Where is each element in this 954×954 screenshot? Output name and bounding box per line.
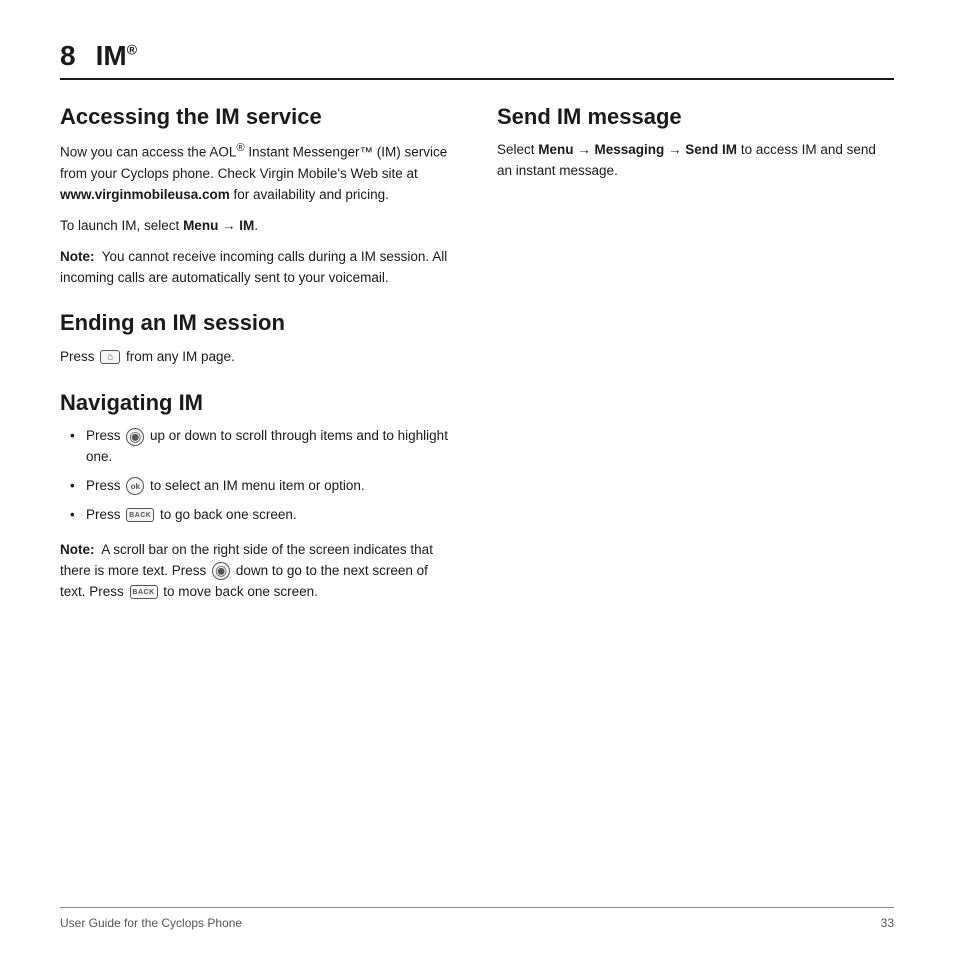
- back-button-icon-2: BACK: [130, 585, 158, 599]
- section-send-text: Select Menu → Messaging → Send IM to acc…: [497, 140, 894, 182]
- main-content: Accessing the IM service Now you can acc…: [60, 104, 894, 621]
- page-number: 33: [881, 916, 894, 930]
- navigating-bullet-list: Press up or down to scroll through items…: [60, 426, 457, 526]
- section-ending: Ending an IM session Press from any IM p…: [60, 310, 457, 367]
- section-ending-title: Ending an IM session: [60, 310, 457, 336]
- page-footer: User Guide for the Cyclops Phone 33: [60, 907, 894, 930]
- nav-circle-icon-2: [212, 562, 230, 580]
- left-column: Accessing the IM service Now you can acc…: [60, 104, 457, 621]
- section-accessing-title: Accessing the IM service: [60, 104, 457, 130]
- section-send-title: Send IM message: [497, 104, 894, 130]
- bullet-item-nav: Press up or down to scroll through items…: [70, 426, 457, 468]
- nav-circle-icon: [126, 428, 144, 446]
- section-navigating-note: Note: A scroll bar on the right side of …: [60, 540, 457, 603]
- footer-left-text: User Guide for the Cyclops Phone: [60, 916, 242, 930]
- section-ending-text: Press from any IM page.: [60, 347, 457, 368]
- end-call-icon: [100, 350, 120, 364]
- section-accessing-note: Note: You cannot receive incoming calls …: [60, 247, 457, 289]
- page-header: 8 IM®: [60, 40, 894, 80]
- menu-instruction: Menu → IM: [183, 218, 254, 233]
- trademark-sup: ®: [127, 42, 137, 58]
- page: 8 IM® Accessing the IM service Now you c…: [0, 0, 954, 954]
- section-navigating: Navigating IM Press up or down to scroll…: [60, 390, 457, 603]
- section-accessing-para1: Now you can access the AOL® Instant Mess…: [60, 140, 457, 205]
- right-column: Send IM message Select Menu → Messaging …: [497, 104, 894, 621]
- send-im-instruction: Menu → Messaging → Send IM: [538, 142, 737, 157]
- bullet-item-back: Press BACK to go back one screen.: [70, 505, 457, 526]
- bullet-item-ok: Press ok to select an IM menu item or op…: [70, 476, 457, 497]
- url-virginmobile: www.virginmobileusa.com: [60, 187, 230, 202]
- back-button-icon: BACK: [126, 508, 154, 522]
- section-accessing-para2: To launch IM, select Menu → IM.: [60, 216, 457, 237]
- chapter-number: 8: [60, 40, 76, 72]
- section-navigating-title: Navigating IM: [60, 390, 457, 416]
- chapter-title: IM®: [96, 40, 137, 72]
- ok-circle-icon: ok: [126, 477, 144, 495]
